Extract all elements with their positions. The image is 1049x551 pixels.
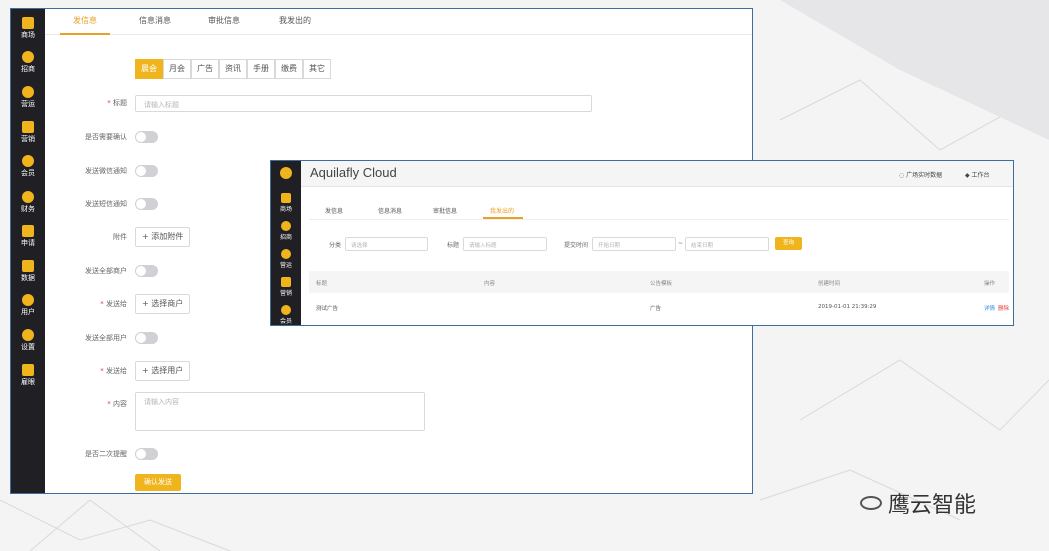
secondary-sidebar: 商场 招商 营运 营销 会员 [271,161,301,325]
start-date-input[interactable]: 开始日期 [592,237,676,251]
tab-approval[interactable]: 审批信息 [433,206,457,215]
top-bar: Aquilafly Cloud ◌ 广场实时数据 ◆ 工作台 [301,161,1013,187]
watermark-text: 鹰云智能 [888,493,977,518]
wechat-label: 发送微信通知 [85,167,127,175]
main-sidebar: 商场 招商 营运 营销 会员 财务 申请 数据 用户 设置 雇眼 [11,9,45,493]
sms-label: 发送短信通知 [85,200,127,208]
brand-title: Aquilafly Cloud [310,165,397,180]
select-user-button[interactable]: + 选择用户 [135,361,191,381]
time-filter-label: 提交时间 [564,242,589,249]
sidebar-label: 用户 [21,308,35,316]
date-range-dash: ~ [678,240,684,247]
workbench-link[interactable]: ◆ 工作台 [965,170,990,179]
confirm-label: 是否需要确认 [85,133,127,141]
query-button[interactable]: 查询 [775,237,802,250]
heart-icon [22,51,34,63]
category-select[interactable]: 请选择 [345,237,428,251]
sent-messages-window: 商场 招商 营运 营销 会员 Aquilafly Cloud ◌ 广场实时数据 … [270,160,1014,326]
tab-approval[interactable]: 审批信息 [208,15,240,26]
column-header: 创建时间 [818,281,841,287]
tab-divider [309,219,1009,220]
tab-message-inbox[interactable]: 信息消息 [378,206,402,215]
column-header: 标题 [316,281,328,287]
send-to-user-label: * 发送给 [100,367,127,375]
category-other[interactable]: 其它 [303,59,331,79]
tab-message-inbox[interactable]: 信息消息 [139,15,171,26]
sidebar-label: 招商 [21,65,35,73]
all-users-label: 发送全部用户 [85,334,127,342]
remind-label: 是否二次提醒 [85,450,127,458]
mall-icon [22,17,34,29]
sidebar-item-operations[interactable]: 营运 [271,249,301,269]
category-manual[interactable]: 手册 [247,59,275,79]
select-merchant-button[interactable]: + 选择商户 [135,294,191,314]
realtime-data-link[interactable]: ◌ 广场实时数据 [899,170,942,179]
wechat-toggle[interactable] [135,165,158,177]
category-morning[interactable]: 晨会 [135,59,163,79]
attach-label: 附件 [113,233,127,241]
content-textarea[interactable]: 请输入内容 [135,392,425,431]
category-monthly[interactable]: 月会 [163,59,191,79]
category-filter-label: 分类 [329,242,342,249]
sidebar-item-leasing[interactable]: 招商 [11,51,45,83]
sidebar-item-mall[interactable]: 商场 [11,17,45,49]
sms-toggle[interactable] [135,198,158,210]
title-label: * 标题 [107,99,127,107]
end-date-input[interactable]: 结束日期 [685,237,769,251]
title-filter-label: 标题 [447,242,460,249]
logo-icon [271,167,301,180]
sidebar-item-members[interactable]: 会员 [271,305,301,325]
tab-send-message[interactable]: 发信息 [73,15,97,26]
heart-icon [281,221,291,231]
sidebar-item-marketing[interactable]: 营销 [271,277,301,297]
title-input[interactable]: 请输入标题 [135,95,592,112]
sidebar-item-data[interactable]: 数据 [11,260,45,292]
sidebar-label: 设置 [21,343,35,351]
category-fee[interactable]: 缴费 [275,59,303,79]
tag-icon [281,277,291,287]
mall-icon [281,193,291,203]
column-header: 内容 [484,281,496,287]
send-to-merchant-label: * 发送给 [100,300,127,308]
column-header: 操作 [984,281,996,287]
title-filter-input[interactable]: 请输入标题 [463,237,547,251]
all-merchants-toggle[interactable] [135,265,158,277]
row-template: 广告 [650,306,662,312]
detail-link[interactable]: 详情 [984,304,995,312]
pie-icon [281,249,291,259]
pie-icon [22,86,34,98]
add-attachment-button[interactable]: + 添加附件 [135,227,191,247]
column-header: 公告模板 [650,281,673,287]
row-time: 2019-01-01 21:39:29 [818,304,877,310]
content-label: * 内容 [107,400,127,408]
tab-send-message[interactable]: 发信息 [325,206,343,215]
remind-toggle[interactable] [135,448,158,460]
all-users-toggle[interactable] [135,332,158,344]
sidebar-item-mall[interactable]: 商场 [271,193,301,213]
wechat-icon [860,496,882,510]
delete-link[interactable]: 删除 [998,304,1009,312]
active-tab-indicator [60,33,110,35]
submit-button[interactable]: 确认发送 [135,474,181,491]
sidebar-label: 雇眼 [21,378,35,386]
category-ad[interactable]: 广告 [191,59,219,79]
confirm-toggle[interactable] [135,131,158,143]
tab-bar: 发信息 信息消息 审批信息 我发出的 [45,9,752,35]
category-news[interactable]: 资讯 [219,59,247,79]
tab-sent[interactable]: 我发出的 [490,206,514,215]
sidebar-item-leasing[interactable]: 招商 [271,221,301,241]
gem-icon [281,305,291,315]
tab-sent[interactable]: 我发出的 [279,15,311,26]
row-title: 测试广告 [316,306,339,312]
all-merchants-label: 发送全部商户 [85,267,127,275]
sidebar-label: 商场 [21,31,35,39]
